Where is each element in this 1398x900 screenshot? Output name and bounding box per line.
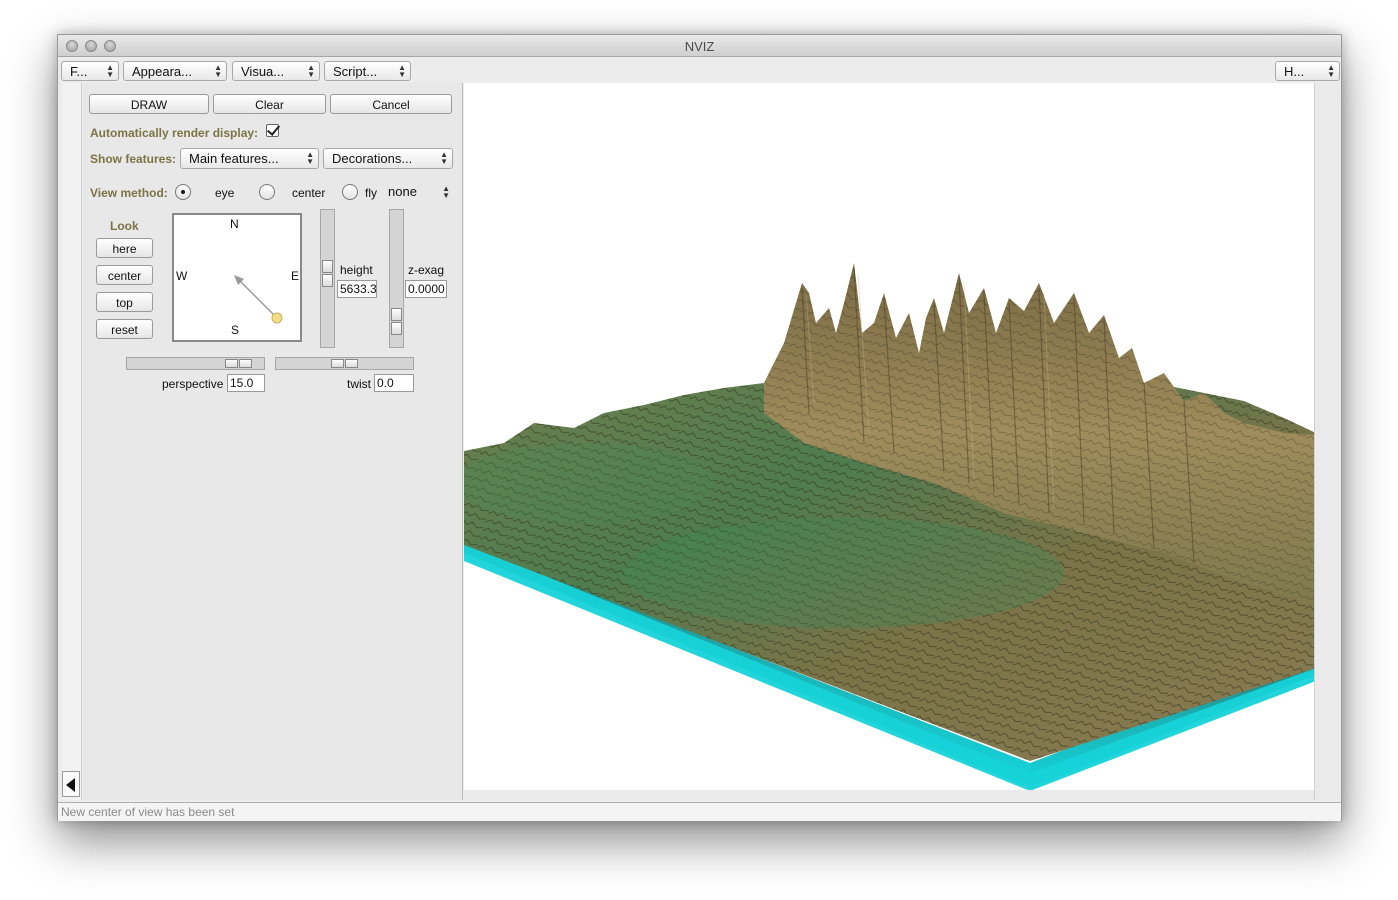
updown-arrows-icon: ▲ ▼ — [1327, 63, 1335, 79]
menu-bar: F... ▲ ▼ Appeara... ▲ ▼ Visua... ▲ ▼ Script… — [58, 58, 1341, 83]
updown-arrows-icon: ▲ ▼ — [398, 63, 406, 79]
view-method-fly-label: fly — [365, 186, 377, 200]
nviz-window: NVIZ F... ▲ ▼ Appeara... ▲ ▼ Visua... ▲ ▼ S… — [57, 34, 1342, 821]
appearance-menu-label: Appeara... — [132, 64, 192, 79]
visualize-menu-label: Visua... — [241, 64, 285, 79]
height-slider-thumb-lower[interactable] — [322, 274, 333, 287]
scripting-menu-label: Script... — [333, 64, 378, 79]
draw-button[interactable]: DRAW — [89, 94, 209, 114]
perspective-label: perspective — [162, 377, 224, 391]
panel-strip — [62, 83, 82, 800]
view-method-eye-radio[interactable] — [175, 184, 191, 200]
decorations-dropdown[interactable]: Decorations... ▲ ▼ — [323, 148, 453, 169]
updown-arrows-icon: ▲ ▼ — [306, 150, 314, 166]
file-menu[interactable]: F... ▲ ▼ — [61, 61, 119, 81]
view-method-center-label: center — [292, 186, 326, 200]
perspective-slider-thumb-right[interactable] — [239, 359, 252, 368]
view-method-label: View method: — [90, 186, 168, 200]
view-method-eye-label: eye — [215, 186, 235, 200]
window-title: NVIZ — [684, 39, 715, 54]
file-menu-label: F... — [70, 64, 88, 79]
perspective-slider-thumb[interactable] — [225, 359, 238, 368]
look-here-button[interactable]: here — [96, 238, 153, 258]
zexag-slider-thumb[interactable] — [391, 308, 402, 321]
auto-render-label: Automatically render display: — [90, 126, 259, 140]
twist-slider[interactable] — [275, 357, 414, 370]
updown-arrows-icon: ▲ ▼ — [307, 63, 315, 79]
help-menu[interactable]: H... ▲ ▼ — [1275, 61, 1340, 81]
viewport-horizontal-scrollbar[interactable] — [464, 790, 1334, 800]
height-slider-thumb[interactable] — [322, 260, 333, 273]
position-compass[interactable]: N S E W — [172, 213, 302, 342]
fly-mode-dropdown[interactable]: none ▲ ▼ — [380, 183, 454, 201]
view-direction-arrow-icon — [234, 275, 283, 324]
show-features-label: Show features: — [90, 152, 177, 166]
cancel-button[interactable]: Cancel — [330, 94, 452, 114]
zexag-slider[interactable] — [389, 209, 404, 348]
main-features-dropdown[interactable]: Main features... ▲ ▼ — [180, 148, 319, 169]
title-bar[interactable]: NVIZ — [58, 35, 1341, 57]
auto-render-checkbox[interactable] — [266, 124, 279, 137]
decorations-label: Decorations... — [332, 151, 413, 166]
perspective-slider[interactable] — [126, 357, 265, 370]
look-center-button[interactable]: center — [96, 265, 153, 285]
zexag-slider-thumb-lower[interactable] — [391, 322, 402, 335]
updown-arrows-icon: ▲ ▼ — [106, 63, 114, 79]
view-method-center-radio[interactable] — [259, 184, 275, 200]
visualize-menu[interactable]: Visua... ▲ ▼ — [232, 61, 320, 81]
look-reset-button[interactable]: reset — [96, 319, 153, 339]
view-method-fly-radio[interactable] — [342, 184, 358, 200]
perspective-field[interactable]: 15.0 — [227, 374, 265, 392]
help-menu-label: H... — [1284, 64, 1305, 79]
twist-slider-thumb[interactable] — [331, 359, 344, 368]
terrain-3d-view[interactable] — [454, 83, 1316, 791]
twist-field[interactable]: 0.0 — [374, 374, 414, 392]
height-slider[interactable] — [320, 209, 335, 348]
collapse-panel-button[interactable] — [62, 771, 80, 797]
status-bar: New center of view has been set — [58, 802, 1341, 821]
clear-button[interactable]: Clear — [213, 94, 326, 114]
look-top-button[interactable]: top — [96, 292, 153, 312]
look-title: Look — [110, 219, 139, 233]
updown-arrows-icon: ▲ ▼ — [442, 184, 450, 200]
fly-mode-label: none — [388, 184, 417, 199]
zexag-field[interactable]: 0.0000 — [405, 280, 447, 298]
viewport-vertical-scrollbar[interactable] — [1314, 83, 1341, 800]
triangle-left-icon — [66, 778, 75, 792]
updown-arrows-icon: ▲ ▼ — [440, 150, 448, 166]
height-label: height — [340, 263, 373, 277]
control-panel: DRAW Clear Cancel Automatically render d… — [83, 83, 463, 800]
main-features-label: Main features... — [189, 151, 279, 166]
scripting-menu[interactable]: Script... ▲ ▼ — [324, 61, 411, 81]
appearance-menu[interactable]: Appeara... ▲ ▼ — [123, 61, 227, 81]
updown-arrows-icon: ▲ ▼ — [214, 63, 222, 79]
twist-slider-thumb-right[interactable] — [345, 359, 358, 368]
height-field[interactable]: 5633.3 — [337, 280, 377, 298]
twist-label: twist — [347, 377, 371, 391]
zexag-label: z-exag — [408, 263, 445, 277]
terrain-surface-image — [454, 263, 1316, 791]
